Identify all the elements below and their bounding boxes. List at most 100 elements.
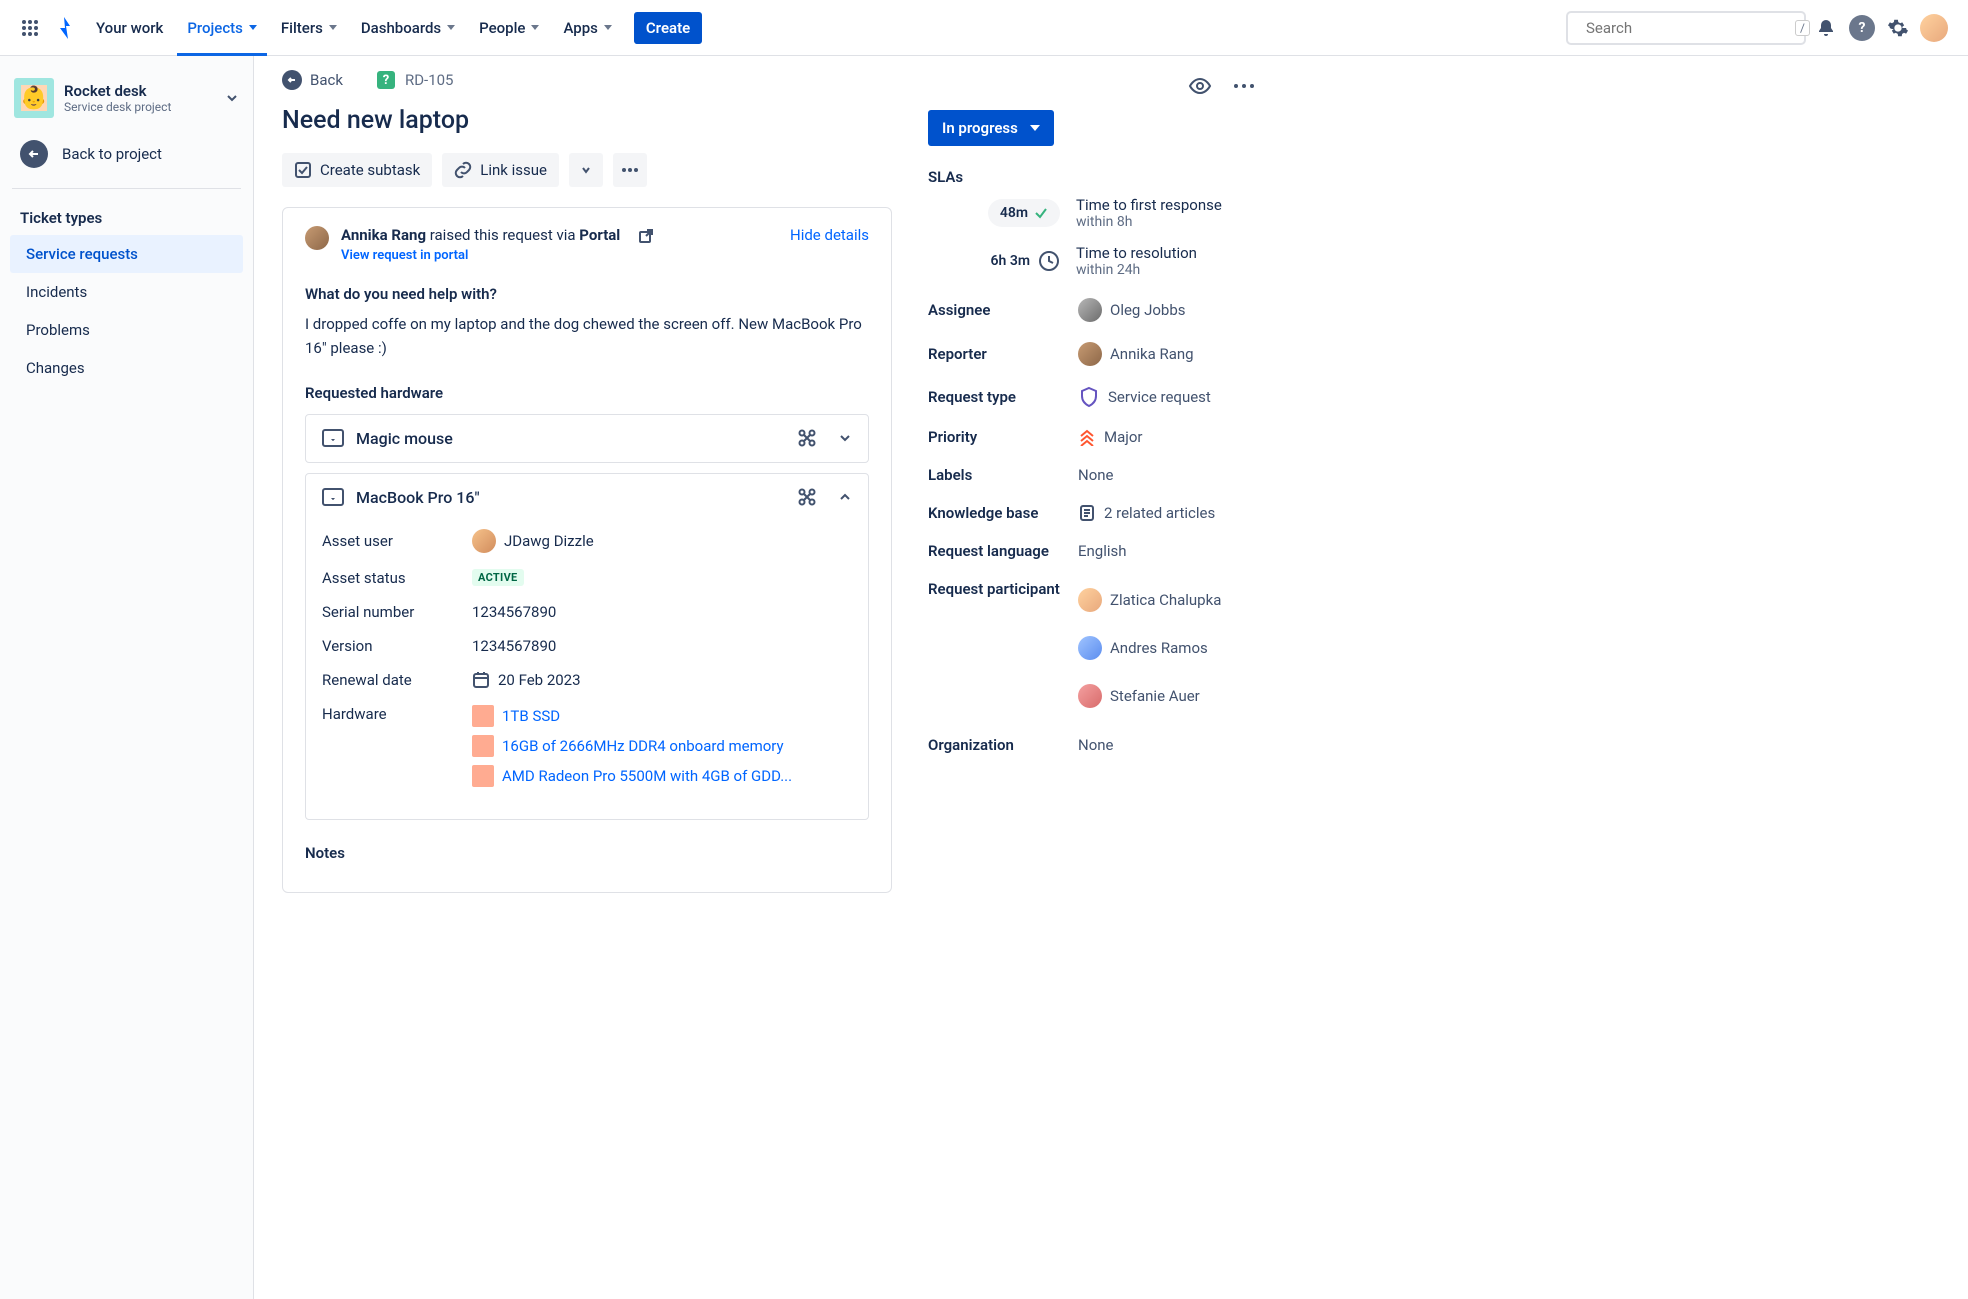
hardware-link[interactable]: 16GB of 2666MHz DDR4 onboard memory (502, 737, 784, 755)
hardware-item-magic-mouse: Magic mouse (305, 414, 869, 463)
arrow-left-icon (20, 140, 48, 168)
org-value[interactable]: None (1078, 736, 1114, 754)
nav-dashboards[interactable]: Dashboards (351, 0, 465, 56)
sla-row: 48m Time to first response within 8h (928, 196, 1260, 230)
asset-user-label: Asset user (322, 532, 472, 550)
assignee-value[interactable]: Oleg Jobbs (1078, 298, 1185, 322)
nav-people[interactable]: People (469, 0, 549, 56)
participant-item[interactable]: Andres Ramos (1078, 636, 1208, 660)
assignee-label: Assignee (928, 301, 1078, 319)
request-type-value[interactable]: Service request (1078, 386, 1211, 408)
hardware-item-macbook: MacBook Pro 16" Asset userJDawg Dizzle A… (305, 473, 869, 820)
serial-label: Serial number (322, 603, 472, 621)
asset-status-label: Asset status (322, 569, 472, 587)
profile-avatar[interactable] (1918, 12, 1950, 44)
user-avatar-icon (472, 529, 496, 553)
color-swatch-icon (472, 705, 494, 727)
sla-within: within 24h (1076, 262, 1197, 278)
nav-apps[interactable]: Apps (553, 0, 621, 56)
create-button[interactable]: Create (634, 12, 702, 44)
watch-icon[interactable] (1184, 70, 1216, 102)
labels-label: Labels (928, 466, 1078, 484)
chevron-down-icon (249, 25, 257, 30)
chevron-down-icon[interactable] (838, 431, 852, 445)
search-field[interactable] (1584, 18, 1787, 38)
search-input[interactable]: / (1566, 11, 1806, 45)
request-description: I dropped coffe on my laptop and the dog… (305, 313, 869, 360)
notifications-icon[interactable] (1810, 12, 1842, 44)
participant-label: Request participant (928, 580, 1078, 598)
raised-by-line: Annika Rang raised this request via Port… (341, 226, 624, 244)
hardware-item-toggle[interactable]: MacBook Pro 16" (306, 474, 868, 521)
sidebar-item-service-requests[interactable]: Service requests (10, 235, 243, 273)
nav-projects[interactable]: Projects (177, 0, 267, 56)
asset-link-icon[interactable] (798, 429, 816, 447)
open-external-icon[interactable] (638, 228, 654, 244)
divider (12, 188, 241, 189)
settings-icon[interactable] (1882, 12, 1914, 44)
sidebar-item-changes[interactable]: Changes (10, 349, 243, 387)
nav-your-work[interactable]: Your work (86, 0, 173, 56)
priority-label: Priority (928, 428, 1078, 446)
kb-value[interactable]: 2 related articles (1078, 504, 1215, 522)
priority-value[interactable]: Major (1078, 428, 1142, 446)
more-actions-button[interactable] (613, 153, 647, 187)
link-issue-button[interactable]: Link issue (442, 153, 559, 187)
user-avatar-icon (1078, 588, 1102, 612)
lang-value[interactable]: English (1078, 542, 1127, 560)
requested-hardware-heading: Requested hardware (305, 384, 869, 402)
reporter-avatar-icon (305, 226, 329, 250)
issue-title[interactable]: Need new laptop (282, 106, 892, 135)
sidebar-item-incidents[interactable]: Incidents (10, 273, 243, 311)
renewal-label: Renewal date (322, 671, 472, 689)
chevron-down-icon (1030, 125, 1040, 131)
hardware-link[interactable]: AMD Radeon Pro 5500M with 4GB of GDD... (502, 767, 792, 785)
reporter-value[interactable]: Annika Rang (1078, 342, 1194, 366)
asset-link-icon[interactable] (798, 488, 816, 506)
issue-type-icon: ? (377, 71, 395, 89)
hardware-label: Hardware (322, 705, 472, 723)
priority-major-icon (1078, 428, 1096, 446)
create-subtask-button[interactable]: Create subtask (282, 153, 432, 187)
nav-filters[interactable]: Filters (271, 0, 347, 56)
reporter-label: Reporter (928, 345, 1078, 363)
more-icon[interactable] (1228, 70, 1260, 102)
issue-key[interactable]: RD-105 (405, 71, 454, 89)
participant-item[interactable]: Zlatica Chalupka (1078, 588, 1221, 612)
project-logo-icon: 👶 (14, 78, 54, 118)
kb-label: Knowledge base (928, 504, 1078, 522)
view-in-portal-link[interactable]: View request in portal (341, 248, 468, 263)
product-logo-icon[interactable] (50, 12, 82, 44)
project-switcher[interactable]: 👶 Rocket desk Service desk project (10, 74, 243, 132)
mail-icon (322, 488, 344, 506)
request-card: Annika Rang raised this request via Port… (282, 207, 892, 893)
help-icon[interactable]: ? (1846, 12, 1878, 44)
participant-item[interactable]: Stefanie Auer (1078, 684, 1200, 708)
shield-icon (1078, 386, 1100, 408)
link-icon (454, 161, 472, 179)
hardware-item-toggle[interactable]: Magic mouse (306, 415, 868, 462)
notes-heading: Notes (305, 844, 869, 862)
calendar-icon (472, 671, 490, 689)
status-dropdown[interactable]: In progress (928, 110, 1054, 146)
search-shortcut: / (1795, 20, 1810, 36)
subtask-icon (294, 161, 312, 179)
user-avatar-icon (1078, 636, 1102, 660)
breadcrumb-back[interactable]: Back (282, 70, 343, 90)
labels-value[interactable]: None (1078, 466, 1114, 484)
chevron-down-icon (604, 25, 612, 30)
request-question: What do you need help with? (305, 285, 869, 303)
mail-icon (322, 429, 344, 447)
hide-details-link[interactable]: Hide details (790, 226, 869, 244)
sidebar-item-problems[interactable]: Problems (10, 311, 243, 349)
sla-label: Time to resolution (1076, 244, 1197, 262)
user-avatar-icon (1078, 684, 1102, 708)
status-badge: ACTIVE (472, 569, 524, 586)
chevron-up-icon[interactable] (838, 490, 852, 504)
sla-time: 48m (1000, 205, 1028, 221)
link-issue-dropdown[interactable] (569, 153, 603, 187)
sidebar-back-to-project[interactable]: Back to project (10, 132, 243, 176)
hardware-link[interactable]: 1TB SSD (502, 707, 560, 725)
org-label: Organization (928, 736, 1078, 754)
app-switcher-icon[interactable] (14, 12, 46, 44)
